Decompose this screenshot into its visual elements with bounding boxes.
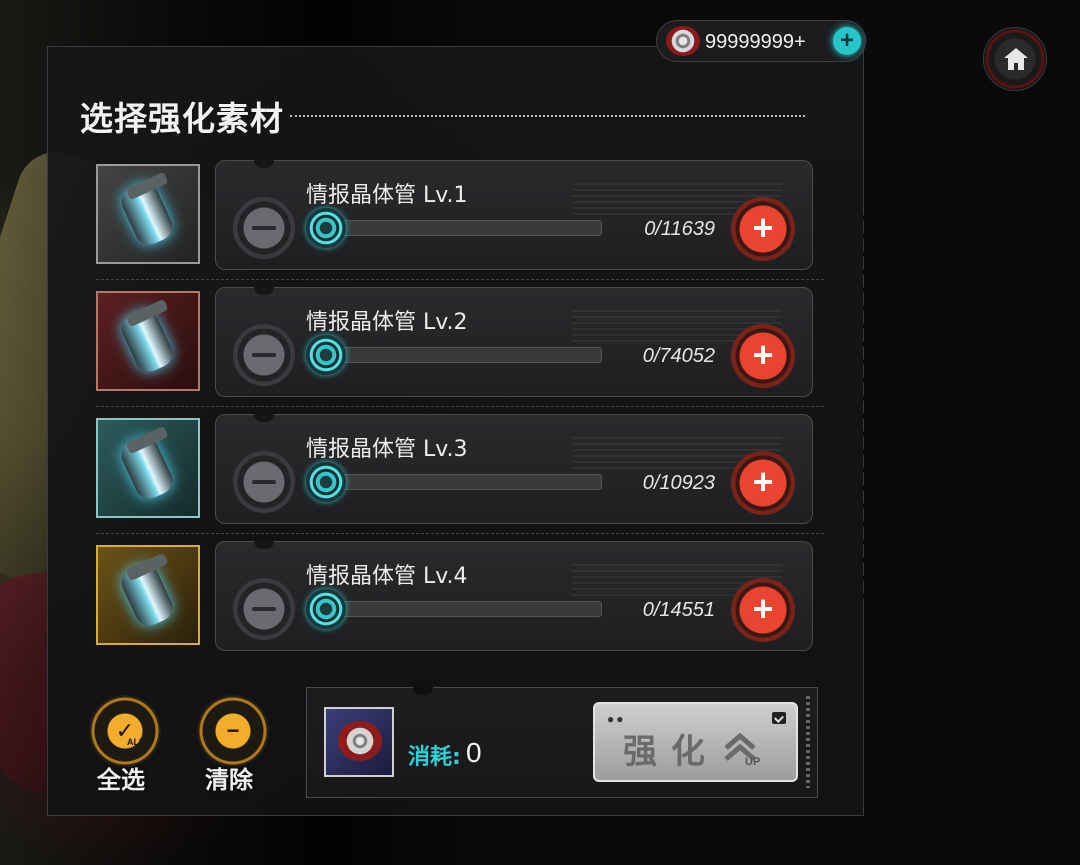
material-name: 情报晶体管 Lv.4: [306, 564, 468, 589]
home-button[interactable]: [983, 27, 1047, 91]
crystal-tube-lv2-icon[interactable]: [96, 291, 200, 391]
crystal-tube-lv4-icon[interactable]: [96, 545, 200, 645]
material-card: [215, 160, 813, 270]
row-divider: [96, 533, 824, 534]
material-row: 情报晶体管 Lv.2 0/74052 +: [0, 287, 1080, 403]
material-row: 情报晶体管 Lv.4 0/14551 +: [0, 541, 1080, 657]
enhance-label: 强化: [623, 732, 719, 772]
enhance-button[interactable]: ●● 强化 UP: [593, 702, 798, 782]
increase-button[interactable]: +: [731, 197, 795, 261]
cost-label: 消耗:: [408, 745, 461, 770]
material-card: [215, 414, 813, 524]
panel-title: 选择强化素材: [80, 99, 284, 138]
decrease-button[interactable]: [233, 197, 295, 259]
increase-button[interactable]: +: [731, 578, 795, 642]
decrease-button[interactable]: [233, 324, 295, 386]
material-count: 0/74052: [642, 345, 715, 367]
material-card: [215, 541, 813, 651]
increase-button[interactable]: +: [731, 324, 795, 388]
add-currency-button[interactable]: +: [833, 27, 861, 55]
quantity-slider-track[interactable]: [318, 601, 602, 617]
quantity-slider-handle[interactable]: [306, 208, 346, 248]
quantity-slider-track[interactable]: [318, 220, 602, 236]
material-card: [215, 287, 813, 397]
quantity-slider-handle[interactable]: [306, 589, 346, 629]
decrease-button[interactable]: [233, 451, 295, 513]
material-name: 情报晶体管 Lv.1: [306, 183, 468, 208]
row-divider: [96, 406, 824, 407]
material-count: 0/14551: [642, 599, 715, 621]
quantity-slider-track[interactable]: [318, 347, 602, 363]
increase-button[interactable]: +: [731, 451, 795, 515]
up-badge: UP: [745, 756, 761, 768]
all-badge: ALL: [127, 737, 145, 747]
quantity-slider-handle[interactable]: [306, 335, 346, 375]
home-icon: [1004, 48, 1028, 70]
cost-item-icon: [324, 707, 394, 777]
clear-label: 清除: [205, 766, 253, 794]
footer-rail: [806, 696, 810, 788]
quantity-slider-handle[interactable]: [306, 462, 346, 502]
decrease-button[interactable]: [233, 578, 295, 640]
crystal-tube-lv1-icon[interactable]: [96, 164, 200, 264]
material-row: 情报晶体管 Lv.3 0/10923 +: [0, 414, 1080, 530]
cost-value: 0: [466, 737, 482, 768]
material-count: 0/10923: [642, 472, 715, 494]
currency-value: 99999999+: [705, 31, 806, 53]
material-row: 情报晶体管 Lv.1 0/11639 +: [0, 160, 1080, 276]
title-divider: [290, 115, 805, 117]
chevron-down-icon: [772, 712, 786, 724]
material-count: 0/11639: [644, 218, 715, 240]
quantity-slider-track[interactable]: [318, 474, 602, 490]
material-name: 情报晶体管 Lv.2: [306, 310, 468, 335]
chip-disc-icon: [338, 721, 382, 761]
material-name: 情报晶体管 Lv.3: [306, 437, 468, 462]
chip-disc-icon: [666, 26, 700, 56]
row-divider: [96, 279, 824, 280]
select-all-label: 全选: [97, 766, 145, 794]
crystal-tube-lv3-icon[interactable]: [96, 418, 200, 518]
clear-button[interactable]: −: [197, 695, 269, 767]
minus-circle-icon: −: [226, 718, 240, 743]
select-all-button[interactable]: ✓ ALL: [89, 695, 161, 767]
